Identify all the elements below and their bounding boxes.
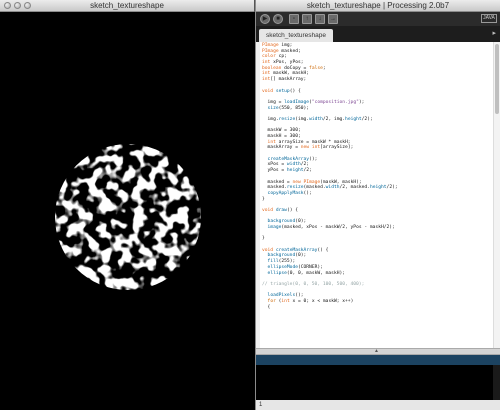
new-icon[interactable]: ▫ — [289, 14, 299, 24]
zoom-window-icon[interactable] — [24, 2, 31, 9]
code-editor[interactable]: PImage img; PImage masked; color cp; int xP… — [256, 42, 500, 348]
ide-window: sketch_textureshape | Processing 2.0b7 ▶… — [256, 0, 500, 410]
line-number-status: 1 — [256, 400, 500, 410]
sketch-titlebar: sketch_textureshape — [0, 0, 254, 12]
console-area — [256, 365, 500, 400]
run-icon[interactable]: ▶ — [260, 14, 270, 24]
export-icon[interactable]: → — [328, 14, 338, 24]
tab-sketch[interactable]: sketch_textureshape — [259, 29, 333, 42]
masked-texture-image — [0, 12, 255, 410]
stop-icon[interactable]: ■ — [273, 14, 283, 24]
save-icon[interactable]: ↓ — [315, 14, 325, 24]
sketch-window: sketch_textureshape — [0, 0, 255, 410]
minimize-window-icon[interactable] — [14, 2, 21, 9]
divider-grip-icon[interactable]: ▲ — [374, 349, 379, 354]
ide-titlebar: sketch_textureshape | Processing 2.0b7 — [256, 0, 500, 12]
code-line[interactable]: { — [262, 305, 488, 311]
ide-window-title: sketch_textureshape | Processing 2.0b7 — [306, 1, 450, 10]
tab-menu-arrow-icon[interactable]: ▸ — [492, 29, 496, 37]
sketch-window-title: sketch_textureshape — [90, 1, 164, 10]
sketch-canvas[interactable] — [0, 12, 255, 410]
code-text[interactable]: PImage img; PImage masked; color cp; int xP… — [262, 43, 488, 310]
tab-bar: sketch_textureshape ▸ — [256, 26, 500, 42]
message-area — [256, 355, 500, 365]
close-window-icon[interactable] — [4, 2, 11, 9]
ide-toolbar: ▶ ■ ▫ ↑ ↓ → JAVA — [256, 12, 500, 26]
console-scrollbar[interactable] — [493, 365, 500, 400]
editor-console-divider[interactable]: ▲ — [256, 348, 500, 355]
editor-scrollbar[interactable] — [493, 42, 500, 348]
open-icon[interactable]: ↑ — [302, 14, 312, 24]
editor-gutter — [256, 42, 260, 348]
window-controls — [4, 2, 31, 9]
editor-scroll-thumb[interactable] — [495, 44, 499, 114]
mode-selector[interactable]: JAVA — [481, 14, 497, 23]
